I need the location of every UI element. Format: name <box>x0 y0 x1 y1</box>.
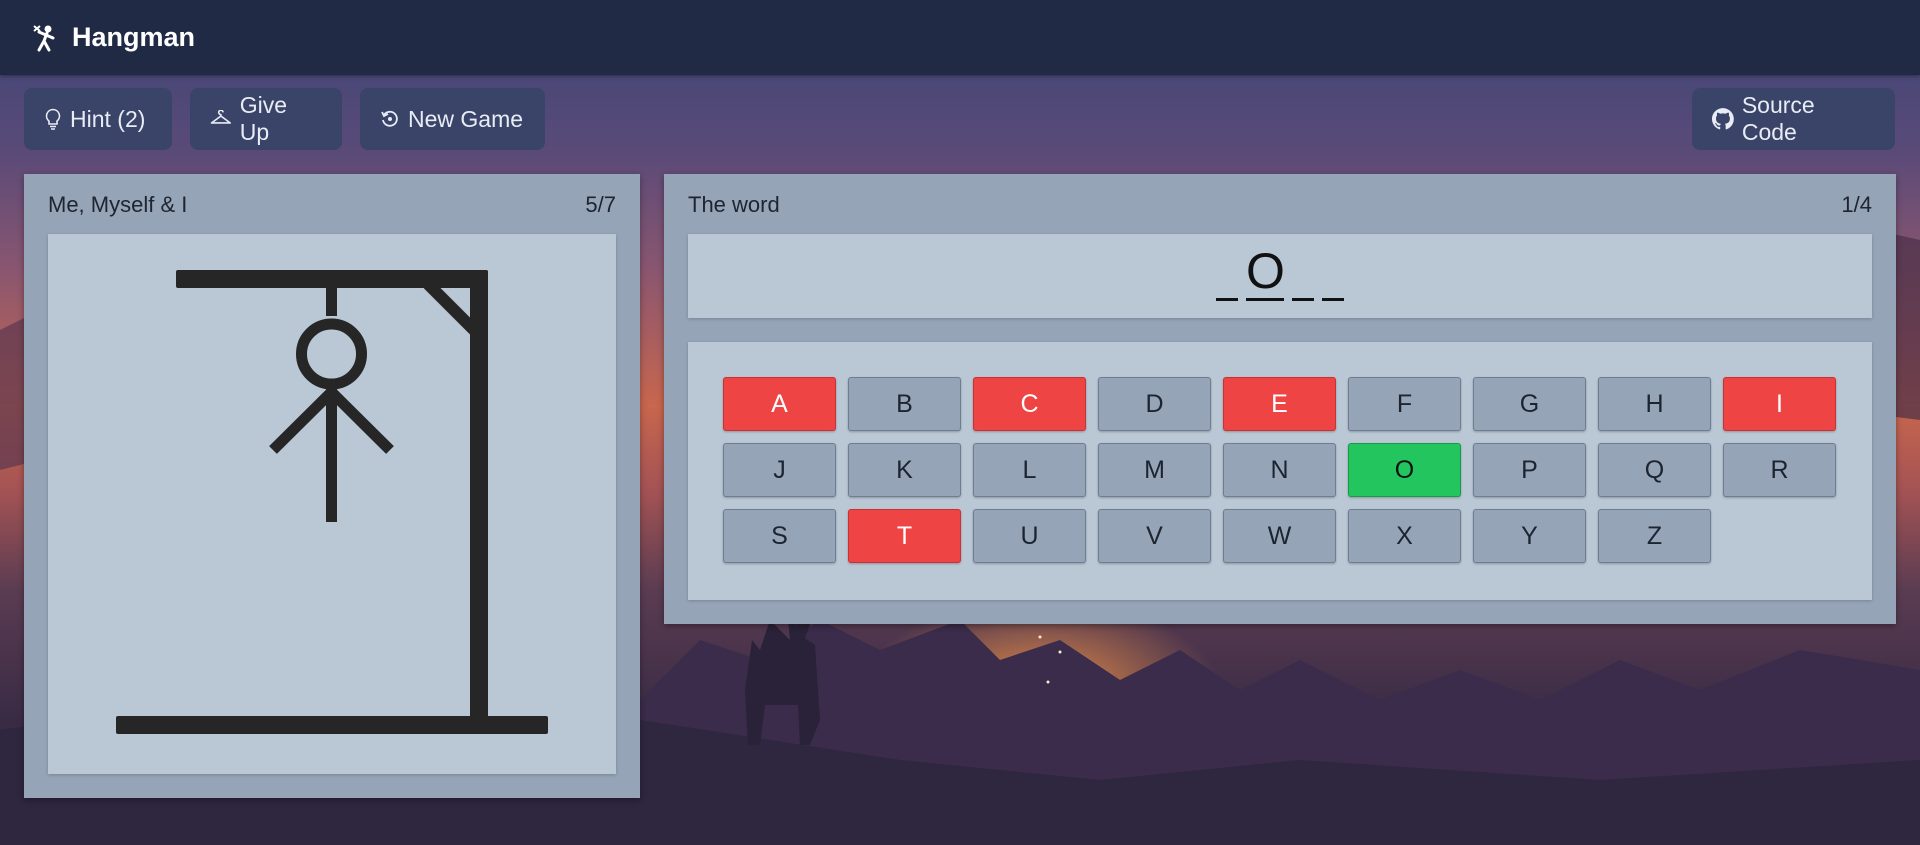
key-a[interactable]: A <box>723 377 836 431</box>
key-u[interactable]: U <box>973 509 1086 563</box>
hangman-head <box>296 318 367 390</box>
hanger-icon <box>210 110 232 124</box>
give-up-button[interactable]: Give Up <box>190 88 342 150</box>
hint-button-label: Hint (2) <box>70 105 146 132</box>
key-d[interactable]: D <box>1098 377 1211 431</box>
word-category: Me, Myself & I <box>48 192 188 217</box>
key-o[interactable]: O <box>1348 443 1461 497</box>
hangman-left-arm <box>269 388 336 454</box>
hangman-right-arm <box>327 388 394 454</box>
word-panel: The word 1/4 O ABCDEFGHIJKLMNOPQRSTUVWXY… <box>664 174 1896 624</box>
key-i[interactable]: I <box>1723 377 1836 431</box>
key-k[interactable]: K <box>848 443 961 497</box>
key-b[interactable]: B <box>848 377 961 431</box>
key-t[interactable]: T <box>848 509 961 563</box>
hangman-drawing <box>116 270 548 734</box>
key-g[interactable]: G <box>1473 377 1586 431</box>
key-e[interactable]: E <box>1223 377 1336 431</box>
key-r[interactable]: R <box>1723 443 1836 497</box>
top-navbar: Hangman <box>0 0 1920 75</box>
hangman-logo-icon <box>33 24 55 51</box>
key-x[interactable]: X <box>1348 509 1461 563</box>
source-code-button[interactable]: Source Code <box>1692 88 1895 150</box>
letter-slot <box>1322 244 1344 301</box>
key-h[interactable]: H <box>1598 377 1711 431</box>
mistake-counter: 5/7 <box>585 192 616 217</box>
key-j[interactable]: J <box>723 443 836 497</box>
key-s[interactable]: S <box>723 509 836 563</box>
key-v[interactable]: V <box>1098 509 1211 563</box>
hint-button[interactable]: Hint (2) <box>24 88 172 150</box>
brand[interactable]: Hangman <box>30 22 195 53</box>
key-m[interactable]: M <box>1098 443 1211 497</box>
key-f[interactable]: F <box>1348 377 1461 431</box>
letter-keyboard: ABCDEFGHI JKLMNOPQR STUVWXYZ <box>688 342 1872 600</box>
key-w[interactable]: W <box>1223 509 1336 563</box>
key-y[interactable]: Y <box>1473 509 1586 563</box>
key-z[interactable]: Z <box>1598 509 1711 563</box>
word-panel-title: The word <box>688 192 780 217</box>
letter-slot <box>1292 244 1314 301</box>
source-code-button-label: Source Code <box>1741 92 1815 145</box>
key-l[interactable]: L <box>973 443 1086 497</box>
new-game-button[interactable]: New Game <box>360 88 545 150</box>
letter-slot: O <box>1246 243 1285 301</box>
gallows-canvas <box>48 234 616 774</box>
letter-slot <box>1216 244 1238 301</box>
key-p[interactable]: P <box>1473 443 1586 497</box>
word-display: O <box>688 234 1872 318</box>
word-progress: 1/4 <box>1841 192 1872 217</box>
key-q[interactable]: Q <box>1598 443 1711 497</box>
give-up-button-label: Give Up <box>239 92 288 145</box>
github-icon <box>1712 108 1734 130</box>
key-n[interactable]: N <box>1223 443 1336 497</box>
new-game-button-label: New Game <box>408 105 524 132</box>
gallows-panel: Me, Myself & I 5/7 <box>24 174 640 798</box>
refresh-icon <box>381 110 398 127</box>
app-title: Hangman <box>72 22 196 52</box>
lightbulb-icon <box>45 108 61 130</box>
key-c[interactable]: C <box>973 377 1086 431</box>
